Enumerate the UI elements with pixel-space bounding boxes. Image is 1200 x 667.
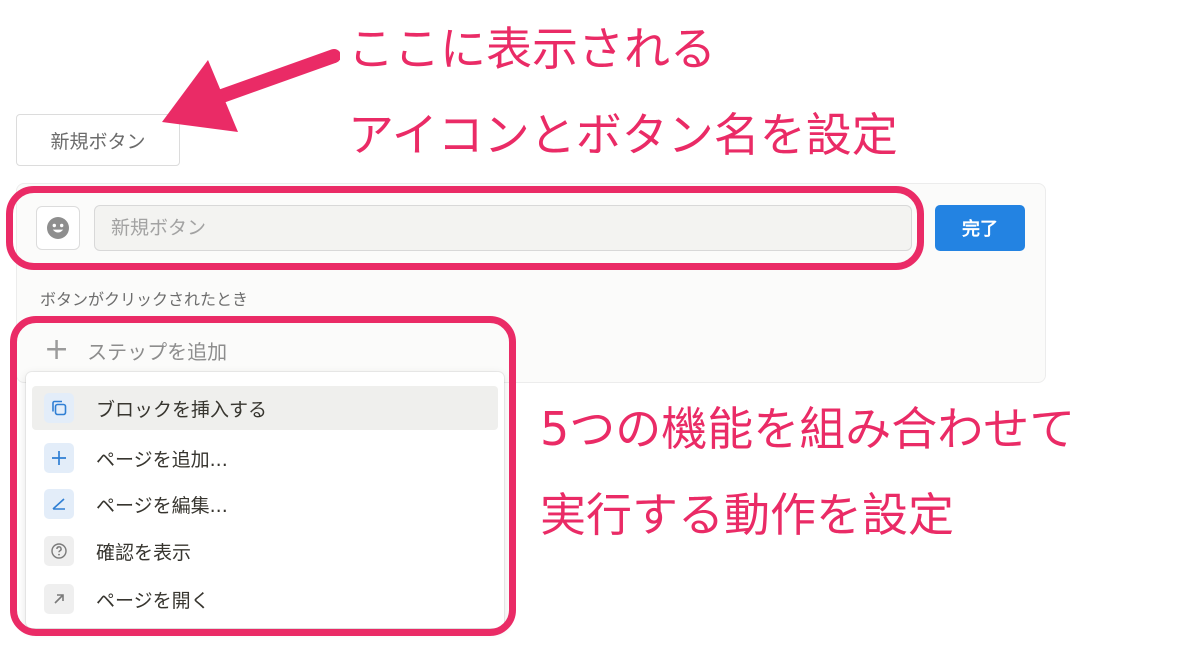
annotation-bottom-line2: 実行する動作を設定 xyxy=(540,488,954,542)
menu-item-label: ページを開く xyxy=(96,589,210,612)
smiley-icon xyxy=(47,217,69,239)
menu-item-edit-page[interactable]: ページを編集... xyxy=(32,482,498,526)
preview-button-label: 新規ボタン xyxy=(50,130,146,153)
menu-item-label: 確認を表示 xyxy=(96,541,192,564)
menu-item-label: ページを編集... xyxy=(96,494,228,517)
annotation-top-line2: アイコンとボタン名を設定 xyxy=(348,108,898,162)
icon-picker-button[interactable] xyxy=(36,206,80,250)
plus-icon: + xyxy=(44,332,70,367)
add-step-label: ステップを追加 xyxy=(87,339,228,364)
edit-icon xyxy=(44,489,74,519)
menu-item-show-confirm[interactable]: 確認を表示 xyxy=(32,529,498,573)
menu-item-open-page[interactable]: ページを開く xyxy=(32,577,498,621)
arrow-up-right-icon xyxy=(44,584,74,614)
menu-item-insert-block[interactable]: ブロックを挿入する xyxy=(32,386,498,430)
annotation-arrow-icon xyxy=(162,49,340,132)
copy-blocks-icon xyxy=(44,393,74,423)
add-step-button[interactable]: + ステップを追加 xyxy=(40,330,500,370)
done-button[interactable]: 完了 xyxy=(935,205,1025,251)
button-name-input[interactable] xyxy=(94,205,912,251)
annotation-bottom-line1: 5つの機能を組み合わせて xyxy=(540,402,1076,456)
plus-icon xyxy=(44,443,74,473)
menu-item-label: ページを追加... xyxy=(96,448,228,471)
menu-item-add-page[interactable]: ページを追加... xyxy=(32,436,498,480)
menu-item-label: ブロックを挿入する xyxy=(96,398,268,421)
trigger-label: ボタンがクリックされたとき xyxy=(40,290,249,309)
annotation-top-line1: ここに表示される xyxy=(348,22,716,76)
question-icon xyxy=(44,536,74,566)
